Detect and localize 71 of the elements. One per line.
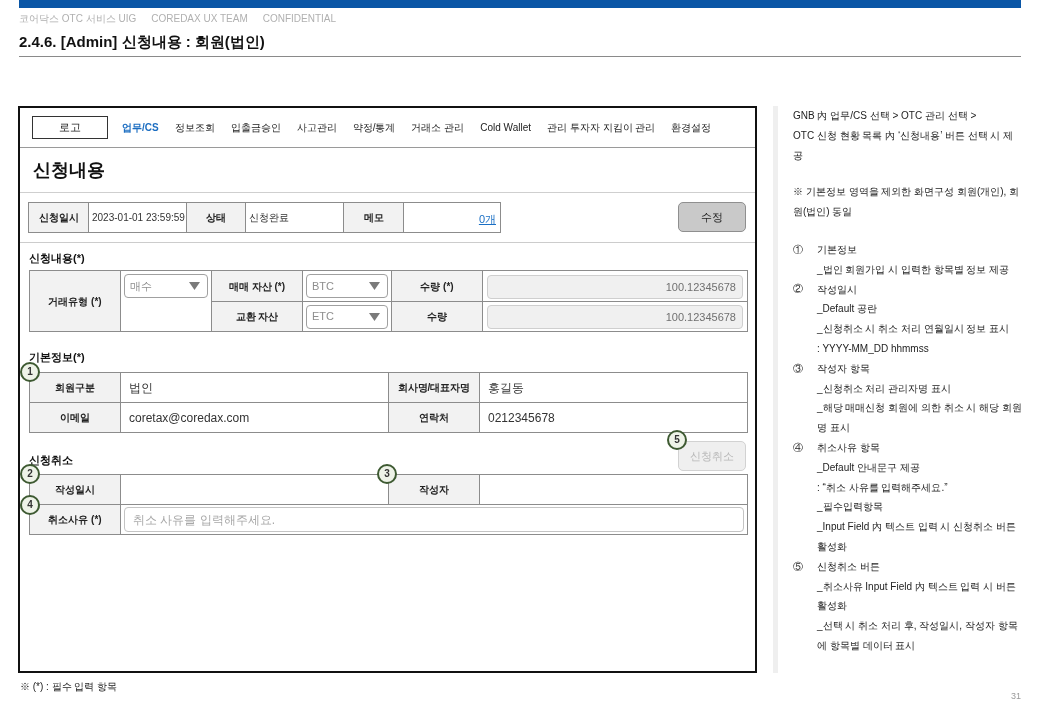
section-title: 신청내용(*) [29,251,85,265]
field-value: 2023-01-01 23:59:59 [88,202,187,233]
nav-menu-item[interactable]: 약정/통계 [352,121,396,134]
callout-marker: 3 [377,464,397,484]
note-title: 작성자 항목 [817,361,871,376]
page-number: 31 [1011,691,1021,701]
nav-menu-item[interactable]: 거래소 관리 [411,121,465,134]
screen-title: 신청내용 [33,159,105,181]
field-value: 홍길동 [479,372,748,403]
field-value: coretax@coredax.com [120,402,389,433]
note-title: 신청취소 버튼 [817,559,881,574]
note-text: _Input Field 內 텍스트 입력 시 신청취소 버튼 활성화 [817,520,1017,554]
note-text: _법인 회원가입 시 입력한 항목별 정보 제공 [817,262,1011,277]
field-label: 상태 [186,202,246,233]
note-text: _Default 안내문구 제공 [817,460,921,475]
note-title: 기본정보 [817,243,858,257]
note-number: ③ [793,362,803,375]
callout-marker: 4 [20,495,40,515]
note-text: _선택 시 취소 처리 후, 작성일시, 작성자 항목에 항목별 데이터 표시 [817,619,1019,653]
field-value: 법인 [120,372,389,403]
nav-menu-item[interactable]: 정보조회 [174,121,215,134]
field-label: 회사명/대표자명 [388,372,480,403]
edit-button[interactable]: 수정 [678,202,746,232]
breadcrumb-text: CONFIDENTIAL [262,12,337,25]
field-label: 연락처 [388,402,480,433]
note-text: : “취소 사유를 입력해주세요.” [817,480,949,495]
note-text: _취소사유 Input Field 內 텍스트 입력 시 버튼 활성화 [817,579,1017,614]
note-number: ② [793,283,803,296]
note-text: _해당 매매신청 회원에 의한 취소 시 해당 회원명 표시 [817,401,1023,436]
field-value: 0212345678 [479,402,748,433]
note-text: _필수입력항목 [817,500,884,515]
note-text: _신청취소 처리 관리자명 표시 [817,381,952,396]
breadcrumb-text: 코어닥스 OTC 서비스 UIG [19,12,137,25]
section-title: 기본정보(*) [29,350,85,364]
note-number: ① [793,243,803,256]
legend-text: ※ (*) : 필수 입력 항목 [20,681,118,693]
caret-icon [369,282,380,290]
note-title: 작성일시 [817,282,858,297]
reason-input-field[interactable]: 취소 사유를 입력해주세요. [124,507,744,533]
page-heading: 2.4.6. [Admin] 신청내용 : 회원(법인) [19,32,265,52]
callout-marker: 1 [20,362,40,382]
note-title: 취소사유 항목 [817,440,881,455]
field-label: 수량 (*) [391,270,483,302]
note-text: GNB 內 업무/CS 선택 > OTC 관리 선택 > [793,109,978,123]
field-label: 메모 [343,202,404,233]
nav-menu-item[interactable]: 관리 투자자 지킴이 관리 [547,121,656,134]
note-text: _Default 공란 [817,302,879,317]
caret-icon [189,282,200,290]
section-title: 신청취소 [29,453,73,467]
note-number: ⑤ [793,560,803,573]
note-number: ④ [793,441,803,454]
nav-menu-item[interactable]: 사고관리 [296,121,337,134]
memo-link[interactable]: 0개 [478,212,496,225]
nav-menu-item[interactable]: Cold Wallet [480,121,531,134]
field-label: 이메일 [29,402,121,433]
field-label: 매매 자산 (*) [211,270,303,302]
field-label: 수량 [391,301,483,332]
field-value: 신청완료 [245,202,344,233]
note-text: OTC 신청 현황 목록 內 ‘신청내용’ 버튼 선택 시 제공 [793,129,1015,163]
note-text: ※ 기본정보 영역을 제외한 화면구성 회원(개인), 회원(법인) 동일 [793,185,1021,219]
field-label: 거래유형 (*) [29,270,121,332]
breadcrumb-text: COREDAX UX TEAM [151,12,248,25]
nav-menu-item[interactable]: 업무/CS [122,121,159,134]
nav-menu-item[interactable]: 환경설정 [671,121,712,134]
logo-text: 로고 [59,121,81,134]
nav-menu-item[interactable]: 입출금승인 [230,121,281,134]
note-text: _신청취소 시 취소 처리 연월일시 정보 표시 [817,322,1011,337]
note-text: : YYYY-MM_DD hhmmss [817,342,930,356]
field-label: 교환 자산 [211,301,303,332]
caret-icon [369,312,380,321]
field-label: 신청일시 [28,202,89,233]
